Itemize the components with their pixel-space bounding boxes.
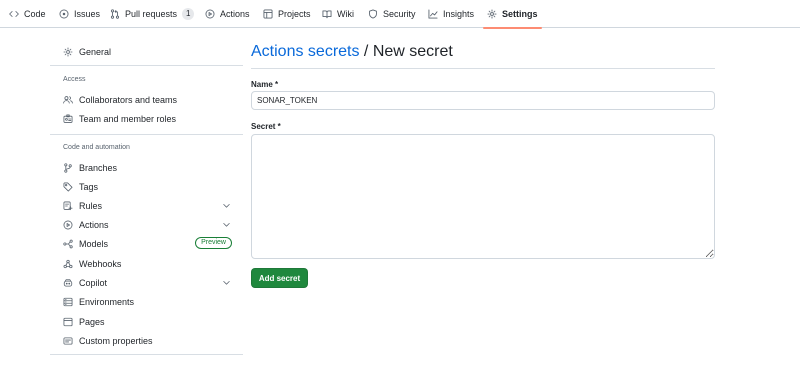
secret-name-input[interactable] bbox=[251, 91, 715, 110]
chevron-down-icon[interactable] bbox=[222, 278, 231, 287]
sidebar-divider bbox=[50, 134, 243, 135]
sidebar-item-actions[interactable]: Actions bbox=[50, 215, 243, 234]
tab-security[interactable]: Security bbox=[368, 0, 416, 28]
page-title: Actions secrets / New secret bbox=[251, 43, 453, 61]
tag-icon bbox=[63, 182, 73, 191]
preview-badge: Preview bbox=[195, 237, 232, 249]
models-icon bbox=[63, 239, 73, 248]
sidebar-item-label: Custom properties bbox=[79, 335, 153, 346]
secret-field-label: Secret * bbox=[251, 122, 281, 131]
sidebar-item-label: Tags bbox=[79, 181, 99, 192]
sidebar-item-label: Webhooks bbox=[79, 258, 122, 269]
tab-projects-label: Projects bbox=[278, 9, 311, 19]
sidebar-item-label: Branches bbox=[79, 162, 118, 173]
graph-icon bbox=[428, 9, 438, 19]
sidebar-item-copilot[interactable]: Copilot bbox=[50, 273, 243, 292]
tab-code-label: Code bbox=[24, 9, 46, 19]
tab-pull-requests[interactable]: Pull requests 1 bbox=[110, 0, 195, 28]
sidebar-item-tags[interactable]: Tags bbox=[50, 177, 243, 196]
sidebar-item-branches[interactable]: Branches bbox=[50, 158, 243, 177]
tab-pull-requests-label: Pull requests bbox=[125, 9, 178, 19]
tab-actions-label: Actions bbox=[220, 9, 250, 19]
sidebar-item-label: Rules bbox=[79, 200, 103, 211]
sidebar-item-label: Collaborators and teams bbox=[79, 94, 178, 105]
shield-icon bbox=[369, 9, 377, 19]
sidebar-item-environments[interactable]: Environments bbox=[50, 292, 243, 311]
sidebar-item-label: Pages bbox=[79, 316, 105, 327]
play-icon bbox=[63, 220, 73, 229]
sidebar-item-label: Copilot bbox=[79, 277, 108, 288]
play-icon bbox=[205, 9, 215, 19]
sidebar-item-rules[interactable]: Rules bbox=[50, 196, 243, 215]
sidebar-item-custom-properties[interactable]: Custom properties bbox=[50, 331, 243, 350]
sidebar-heading-code: Code and automation bbox=[63, 144, 130, 151]
sidebar-item-label: General bbox=[79, 46, 112, 57]
tab-issues-label: Issues bbox=[74, 9, 101, 19]
name-field-label: Name * bbox=[251, 80, 279, 89]
gear-icon bbox=[63, 47, 73, 56]
note-icon bbox=[63, 336, 73, 345]
sidebar-item-team-roles[interactable]: Team and member roles bbox=[50, 109, 243, 128]
tab-issues[interactable]: Issues bbox=[59, 0, 100, 28]
code-icon bbox=[9, 11, 19, 17]
sidebar-item-models[interactable]: Models Preview bbox=[50, 234, 243, 253]
sidebar-divider bbox=[50, 354, 243, 355]
breadcrumb-actions-secrets-link[interactable]: Actions secrets bbox=[251, 43, 359, 60]
table-icon bbox=[263, 9, 273, 19]
sidebar-item-general[interactable]: General bbox=[50, 42, 243, 61]
tab-settings[interactable]: Settings bbox=[483, 0, 541, 29]
sidebar-item-label: Models bbox=[79, 238, 109, 249]
pull-request-icon bbox=[110, 9, 120, 19]
branch-icon bbox=[64, 162, 72, 173]
secret-value-textarea[interactable] bbox=[251, 134, 715, 259]
sidebar-divider bbox=[50, 65, 243, 66]
sidebar-item-label: Actions bbox=[79, 219, 109, 230]
chevron-down-icon[interactable] bbox=[222, 220, 231, 229]
tab-insights[interactable]: Insights bbox=[428, 0, 474, 28]
id-badge-icon bbox=[63, 114, 73, 123]
issue-icon bbox=[59, 9, 69, 19]
chevron-down-icon[interactable] bbox=[222, 201, 231, 210]
sidebar-item-label: Environments bbox=[79, 296, 135, 307]
pull-requests-count: 1 bbox=[182, 8, 195, 20]
tab-wiki[interactable]: Wiki bbox=[322, 0, 354, 28]
tab-actions[interactable]: Actions bbox=[205, 0, 250, 28]
copilot-icon bbox=[63, 278, 73, 287]
book-icon bbox=[322, 10, 332, 19]
sidebar-heading-access: Access bbox=[63, 76, 86, 83]
sidebar-item-collaborators[interactable]: Collaborators and teams bbox=[50, 90, 243, 109]
add-secret-button[interactable]: Add secret bbox=[251, 268, 308, 288]
tab-projects[interactable]: Projects bbox=[263, 0, 311, 28]
page-title-current: / New secret bbox=[359, 43, 453, 60]
sidebar-item-webhooks[interactable]: Webhooks bbox=[50, 254, 243, 273]
rules-icon bbox=[63, 201, 73, 210]
tab-wiki-label: Wiki bbox=[337, 9, 354, 19]
people-icon bbox=[63, 95, 73, 104]
tab-security-label: Security bbox=[383, 9, 416, 19]
webhook-icon bbox=[63, 259, 73, 268]
repo-nav: Code Issues Pull requests 1 Actions Proj… bbox=[0, 0, 800, 29]
sidebar-item-pages[interactable]: Pages bbox=[50, 312, 243, 331]
tab-settings-label: Settings bbox=[502, 9, 538, 19]
server-icon bbox=[63, 297, 73, 306]
gear-icon bbox=[487, 9, 497, 19]
title-divider bbox=[251, 68, 715, 69]
browser-icon bbox=[63, 317, 73, 326]
sidebar-item-label: Team and member roles bbox=[79, 113, 177, 124]
tab-insights-label: Insights bbox=[443, 9, 475, 19]
tab-code[interactable]: Code bbox=[9, 0, 46, 28]
